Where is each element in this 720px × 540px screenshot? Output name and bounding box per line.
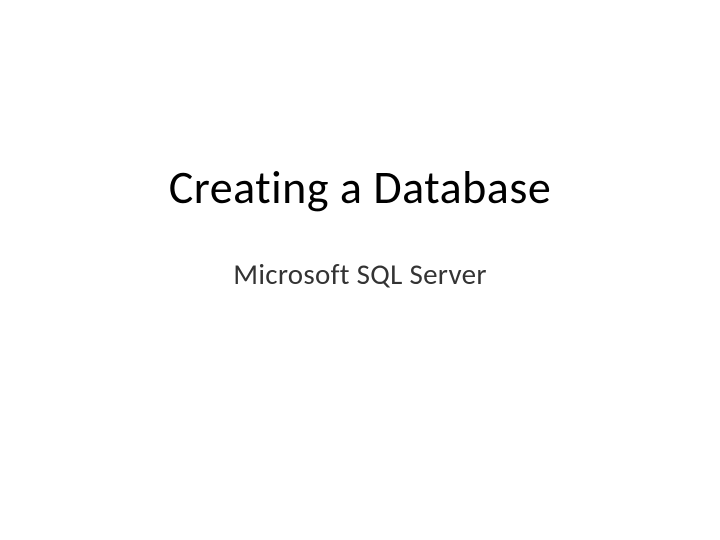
slide-subtitle: Microsoft SQL Server — [233, 256, 486, 292]
slide-title: Creating a Database — [169, 160, 551, 216]
